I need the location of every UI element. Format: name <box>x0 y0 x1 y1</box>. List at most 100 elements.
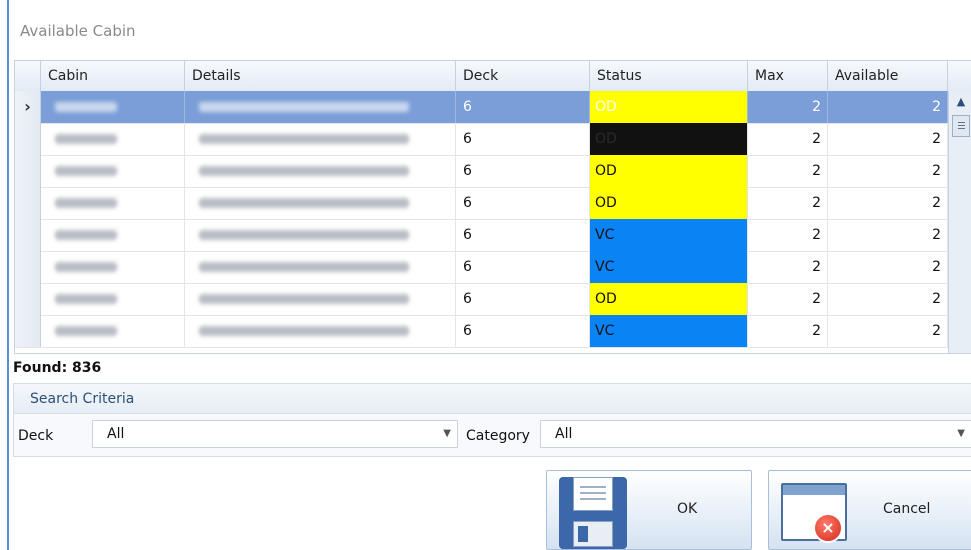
row-indicator[interactable]: › <box>15 91 41 123</box>
cell-max: 2 <box>748 219 828 251</box>
cell-status: OD <box>590 91 748 123</box>
cell-deck: 6 <box>456 187 590 219</box>
cell-max: 2 <box>748 251 828 283</box>
floppy-disk-icon <box>559 477 627 549</box>
cell-cabin <box>41 251 185 283</box>
redacted-text <box>55 262 117 272</box>
cell-details <box>185 155 456 187</box>
cancel-button[interactable]: × Cancel <box>768 470 971 550</box>
row-indicator[interactable] <box>15 123 41 155</box>
cell-deck: 6 <box>456 219 590 251</box>
cell-cabin <box>41 283 185 315</box>
redacted-text <box>55 230 117 240</box>
column-header-details[interactable]: Details <box>185 61 456 91</box>
cell-details <box>185 219 456 251</box>
cancel-button-label: Cancel <box>883 501 931 517</box>
cell-status: OD <box>590 283 748 315</box>
status-badge: OD <box>590 123 747 155</box>
redacted-text <box>199 198 409 208</box>
redacted-text <box>199 166 409 176</box>
cell-available: 2 <box>828 251 948 283</box>
cell-status: VC <box>590 251 748 283</box>
category-label: Category <box>466 428 530 444</box>
redacted-text <box>55 134 117 144</box>
cell-available: 2 <box>828 187 948 219</box>
cell-cabin <box>41 123 185 155</box>
ok-button[interactable]: OK <box>546 470 752 550</box>
found-count: Found: 836 <box>13 360 102 376</box>
table-row[interactable]: 6 OD 2 2 <box>15 187 948 220</box>
column-header-available[interactable]: Available <box>828 61 948 91</box>
search-criteria-panel: Search Criteria Deck All ▼ Category All … <box>13 383 971 457</box>
status-badge: VC <box>590 219 747 251</box>
cell-cabin <box>41 219 185 251</box>
redacted-text <box>55 102 117 112</box>
deck-dropdown[interactable]: All ▼ <box>92 420 458 448</box>
cell-deck: 6 <box>456 155 590 187</box>
row-indicator[interactable] <box>15 155 41 187</box>
cell-available: 2 <box>828 315 948 347</box>
status-badge: OD <box>590 187 747 219</box>
deck-dropdown-value: All <box>107 426 125 442</box>
row-indicator[interactable] <box>15 251 41 283</box>
table-row[interactable]: 6 VC 2 2 <box>15 251 948 284</box>
redacted-text <box>199 102 409 112</box>
cell-deck: 6 <box>456 283 590 315</box>
grid-header: Cabin Details Deck Status Max Available <box>15 61 971 92</box>
row-indicator[interactable] <box>15 187 41 219</box>
redacted-text <box>199 134 409 144</box>
search-criteria-title[interactable]: Search Criteria <box>14 384 971 414</box>
cell-max: 2 <box>748 91 828 123</box>
cell-available: 2 <box>828 123 948 155</box>
cell-deck: 6 <box>456 251 590 283</box>
row-indicator[interactable] <box>15 315 41 347</box>
table-row[interactable]: 6 OD 2 2 <box>15 283 948 316</box>
cell-available: 2 <box>828 283 948 315</box>
table-row[interactable]: 6 OD 2 2 <box>15 123 948 156</box>
table-row[interactable]: › 6 OD 2 2 <box>15 91 948 124</box>
category-dropdown[interactable]: All ▼ <box>540 420 971 448</box>
row-indicator[interactable] <box>15 219 41 251</box>
cell-details <box>185 187 456 219</box>
header-indicator-cell <box>15 61 41 91</box>
status-badge: OD <box>590 91 747 123</box>
redacted-text <box>199 326 409 336</box>
table-row[interactable]: 6 VC 2 2 <box>15 219 948 252</box>
redacted-text <box>199 262 409 272</box>
cabin-grid[interactable]: Cabin Details Deck Status Max Available … <box>14 60 971 354</box>
column-header-max[interactable]: Max <box>748 61 828 91</box>
status-badge: OD <box>590 283 747 315</box>
cell-available: 2 <box>828 91 948 123</box>
column-header-deck[interactable]: Deck <box>456 61 590 91</box>
table-row[interactable]: 6 VC 2 2 <box>15 315 948 348</box>
cell-details <box>185 315 456 347</box>
cell-cabin <box>41 315 185 347</box>
cell-status: OD <box>590 123 748 155</box>
window-left-border <box>7 0 9 550</box>
chevron-down-icon[interactable]: ▼ <box>443 421 451 447</box>
cell-cabin <box>41 187 185 219</box>
chevron-down-icon[interactable]: ▼ <box>957 421 965 447</box>
cell-details <box>185 123 456 155</box>
cell-max: 2 <box>748 123 828 155</box>
cell-details <box>185 251 456 283</box>
scrollbar-thumb[interactable] <box>952 115 970 137</box>
redacted-text <box>55 294 117 304</box>
cell-status: OD <box>590 155 748 187</box>
column-header-status[interactable]: Status <box>590 61 748 91</box>
close-icon: × <box>813 513 843 543</box>
cell-max: 2 <box>748 187 828 219</box>
scroll-up-icon[interactable]: ▲ <box>952 93 970 111</box>
cell-max: 2 <box>748 283 828 315</box>
cell-deck: 6 <box>456 91 590 123</box>
status-badge: OD <box>590 155 747 187</box>
cell-available: 2 <box>828 219 948 251</box>
cell-status: OD <box>590 187 748 219</box>
grid-vertical-scrollbar[interactable]: ▲ <box>948 91 971 353</box>
row-indicator[interactable] <box>15 283 41 315</box>
status-badge: VC <box>590 251 747 283</box>
cell-details <box>185 91 456 123</box>
column-header-cabin[interactable]: Cabin <box>41 61 185 91</box>
table-row[interactable]: 6 OD 2 2 <box>15 155 948 188</box>
cell-cabin <box>41 155 185 187</box>
